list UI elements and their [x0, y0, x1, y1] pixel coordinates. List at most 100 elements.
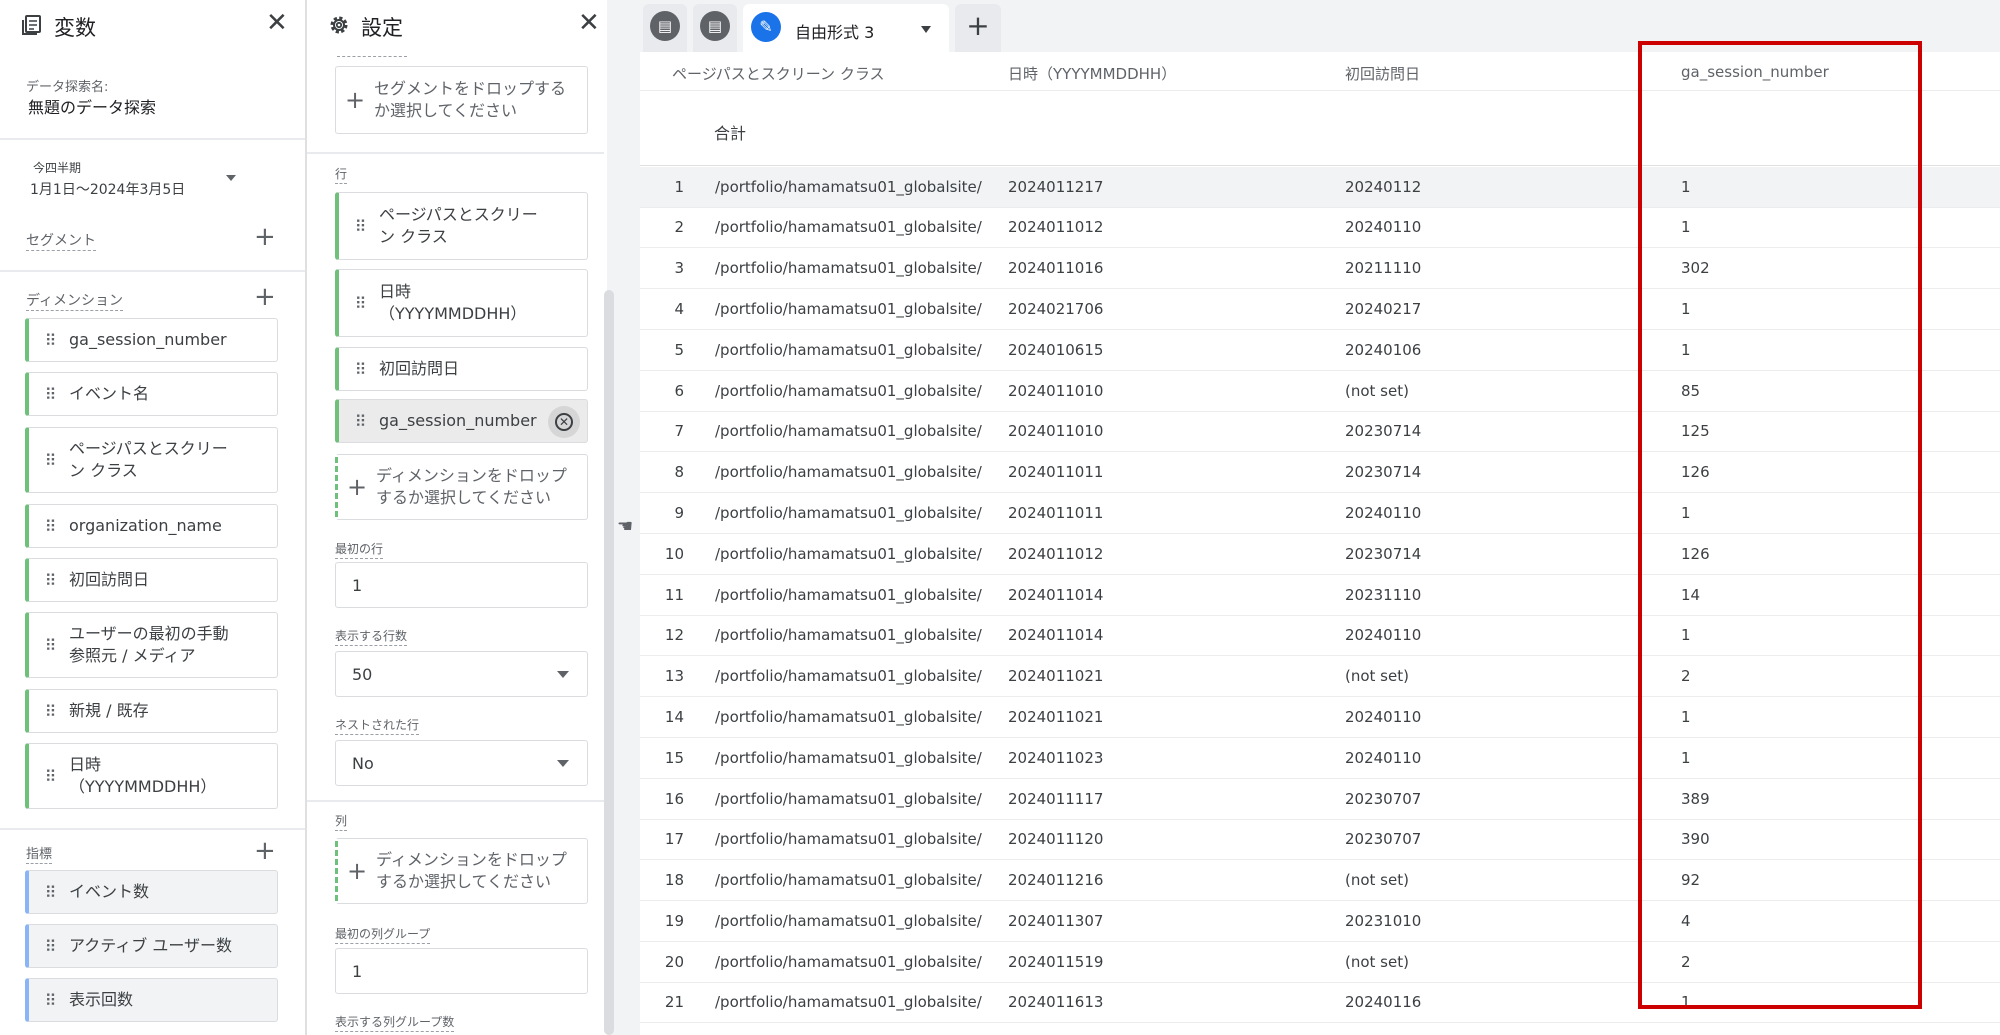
first-visit-cell: 20240112	[1345, 178, 1422, 196]
row-dimension-chip[interactable]: ⠿ 日時（YYYYMMDDHH）	[335, 269, 588, 337]
drag-handle-icon[interactable]: ⠿	[29, 991, 69, 1010]
datetime-cell: 2024010615	[1008, 341, 1104, 359]
page-path-cell: /portfolio/hamamatsu01_globalsite/	[715, 218, 982, 236]
close-variables-icon[interactable]: ✕	[266, 10, 288, 36]
column-drop-text: ディメンションをドロップするか選択してください	[376, 850, 567, 891]
dimensions-section-label: ディメンション	[26, 293, 124, 311]
drag-handle-icon[interactable]: ⠿	[339, 217, 379, 236]
row-index: 21	[664, 993, 684, 1011]
first-col-group-input[interactable]: 1	[335, 948, 588, 994]
settings-header: 設定	[327, 12, 403, 42]
column-dimension-drop-zone[interactable]: + ディメンションをドロップするか選択してください	[335, 838, 588, 904]
add-dimension-icon[interactable]: +	[254, 284, 276, 310]
divider	[0, 270, 305, 272]
dimension-label: 日時（YYYYMMDDHH）	[69, 755, 217, 796]
totals-label: 合計	[714, 124, 747, 143]
row-index: 4	[674, 300, 684, 318]
datetime-cell: 2024011307	[1008, 912, 1104, 930]
technique-icon: ▤	[650, 11, 680, 41]
dimension-chip[interactable]: ⠿ ページパスとスクリーン クラス	[25, 427, 278, 493]
metric-chip[interactable]: ⠿ イベント数	[25, 870, 278, 914]
page-path-cell: /portfolio/hamamatsu01_globalsite/	[715, 300, 982, 318]
drag-handle-icon[interactable]: ⠿	[339, 360, 379, 379]
dimension-label: 初回訪問日	[69, 570, 150, 589]
tab-technique-2[interactable]: ▤	[693, 4, 737, 52]
rows-to-show-select[interactable]: 50	[335, 651, 588, 697]
page-path-cell: /portfolio/hamamatsu01_globalsite/	[715, 382, 982, 400]
metric-label: アクティブ ユーザー数	[69, 936, 233, 955]
dimension-chip[interactable]: ⠿ ユーザーの最初の手動参照元 / メディア	[25, 612, 278, 678]
exploration-name-value[interactable]: 無題のデータ探索	[28, 94, 156, 118]
metric-chip[interactable]: ⠿ アクティブ ユーザー数	[25, 924, 278, 968]
metric-chip[interactable]: ⠿ 表示回数	[25, 978, 278, 1022]
dimension-chip[interactable]: ⠿ 新規 / 既存	[25, 689, 278, 733]
first-visit-cell: 20240217	[1345, 300, 1422, 318]
dimension-label: イベント名	[69, 384, 150, 403]
dimension-chip[interactable]: ⠿ 初回訪問日	[25, 558, 278, 602]
drag-handle-icon[interactable]: ⠿	[29, 937, 69, 956]
row-dimension-chip[interactable]: ⠿ ページパスとスクリーン クラス	[335, 192, 588, 260]
segment-drop-zone[interactable]: + セグメントをドロップするか選択してください	[335, 66, 588, 134]
drag-handle-icon[interactable]: ⠿	[29, 331, 69, 350]
add-metric-icon[interactable]: +	[254, 838, 276, 864]
dimension-chip[interactable]: ⠿ ga_session_number	[25, 318, 278, 362]
nested-rows-select[interactable]: No	[335, 740, 588, 786]
close-settings-icon[interactable]: ✕	[578, 10, 600, 36]
page-path-cell: /portfolio/hamamatsu01_globalsite/	[715, 341, 982, 359]
drag-handle-icon[interactable]: ⠿	[29, 767, 69, 786]
drag-handle-icon[interactable]: ⠿	[339, 412, 379, 431]
datetime-cell: 2024011120	[1008, 830, 1104, 848]
row-dimension-chip[interactable]: ⠿ ga_session_number ✕	[335, 399, 588, 443]
hand-cursor-icon: ☚	[617, 516, 634, 537]
variables-icon	[20, 13, 44, 42]
drag-handle-icon[interactable]: ⠿	[29, 883, 69, 902]
variables-header: 変数	[20, 12, 96, 42]
first-visit-cell: 20240110	[1345, 749, 1422, 767]
date-range-label: 今四半期	[33, 161, 82, 175]
page-path-cell: /portfolio/hamamatsu01_globalsite/	[715, 178, 982, 196]
dimension-chip[interactable]: ⠿ 日時（YYYYMMDDHH）	[25, 743, 278, 809]
row-dimension-label: ページパスとスクリーン クラス	[379, 205, 538, 246]
tab-technique-1[interactable]: ▤	[643, 4, 687, 52]
tab-menu-chevron-icon[interactable]	[921, 26, 931, 33]
chevron-down-icon	[557, 760, 569, 767]
row-dimension-drop-zone[interactable]: + ディメンションをドロップするか選択してください	[335, 454, 588, 520]
first-visit-cell: 20231110	[1345, 586, 1422, 604]
add-tab-button[interactable]: +	[955, 4, 1001, 52]
row-index: 14	[664, 708, 684, 726]
drag-handle-icon[interactable]: ⠿	[29, 636, 69, 655]
drag-handle-icon[interactable]: ⠿	[29, 702, 69, 721]
row-dimension-chip[interactable]: ⠿ 初回訪問日	[335, 347, 588, 391]
column-header-first-visit[interactable]: 初回訪問日	[1345, 63, 1420, 84]
first-visit-cell: 20230714	[1345, 463, 1422, 481]
drag-handle-icon[interactable]: ⠿	[339, 294, 379, 313]
column-header-page-path[interactable]: ページパスとスクリーン クラス	[672, 63, 885, 84]
nested-rows-value: No	[352, 753, 374, 773]
columns-section-label: 列	[335, 812, 348, 831]
row-index: 11	[664, 586, 684, 604]
column-header-datetime[interactable]: 日時（YYYYMMDDHH）	[1008, 63, 1176, 84]
row-index: 3	[674, 259, 684, 277]
drag-handle-icon[interactable]: ⠿	[29, 451, 69, 470]
row-index: 2	[674, 218, 684, 236]
date-range-picker[interactable]: 今四半期 1月1日～2024年3月5日	[24, 152, 254, 198]
metric-label: 表示回数	[69, 990, 134, 1009]
remove-dimension-button[interactable]: ✕	[548, 406, 580, 438]
plus-icon: +	[346, 473, 368, 501]
row-index: 10	[664, 545, 684, 563]
settings-scrollbar[interactable]	[604, 290, 614, 1035]
tab-freeform-3[interactable]: ✎ 自由形式 3	[743, 4, 949, 52]
drag-handle-icon[interactable]: ⠿	[29, 571, 69, 590]
dimension-chip[interactable]: ⠿ イベント名	[25, 372, 278, 416]
add-segment-icon[interactable]: +	[254, 224, 276, 250]
datetime-cell: 2024011014	[1008, 586, 1104, 604]
datetime-cell: 2024011021	[1008, 708, 1104, 726]
drag-handle-icon[interactable]: ⠿	[29, 517, 69, 536]
row-drop-text: ディメンションをドロップするか選択してください	[376, 466, 567, 507]
first-visit-cell: (not set)	[1345, 953, 1409, 971]
dimension-chip[interactable]: ⠿ organization_name	[25, 504, 278, 548]
drag-handle-icon[interactable]: ⠿	[29, 385, 69, 404]
first-visit-cell: 20231010	[1345, 912, 1422, 930]
first-row-input[interactable]: 1	[335, 562, 588, 608]
row-index: 13	[664, 667, 684, 685]
